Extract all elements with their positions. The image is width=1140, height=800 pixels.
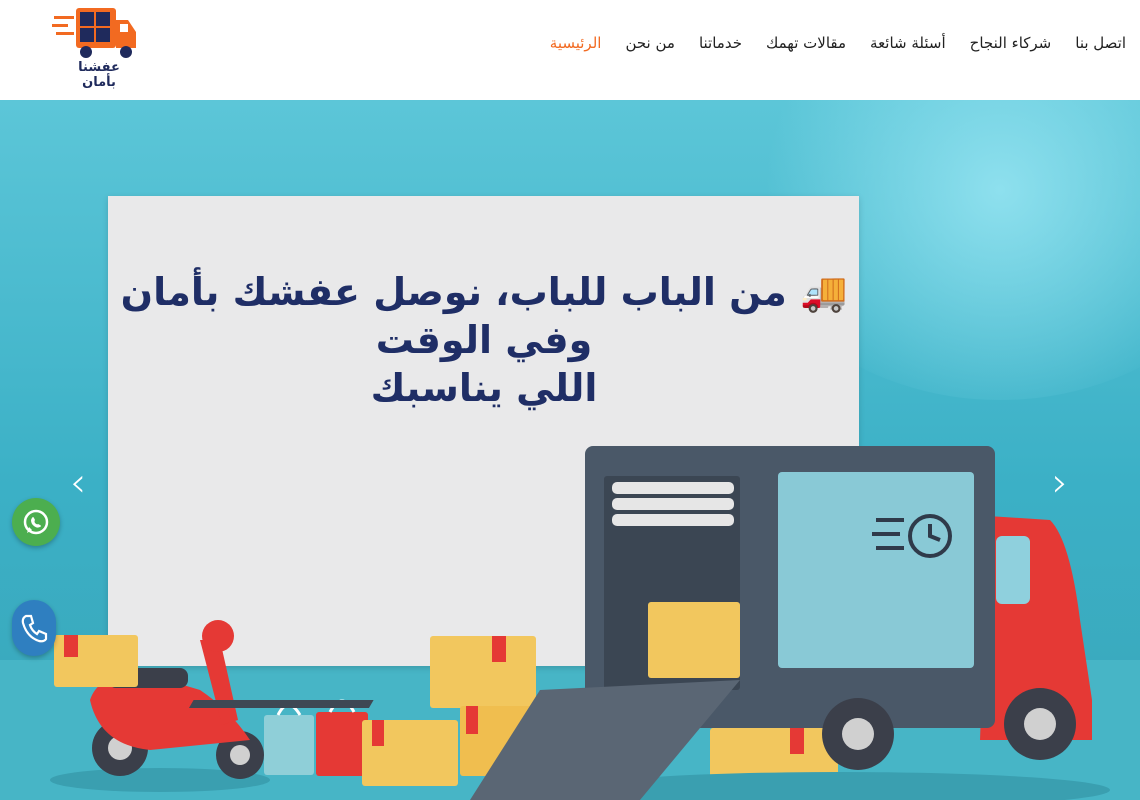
phone-icon	[21, 614, 48, 643]
nav-item-home[interactable]: الرئيسية	[550, 34, 602, 52]
nav-item-services[interactable]: خدماتنا	[699, 34, 742, 52]
main-nav: الرئيسية من نحن خدماتنا مقالات تهمك أسئل…	[550, 34, 1126, 52]
nav-item-contact[interactable]: اتصل بنا	[1075, 34, 1126, 52]
slider-next-button[interactable]: ›	[1052, 460, 1068, 506]
logo-text: عفشنا بأمان	[78, 60, 120, 90]
site-header: عفشنا بأمان الرئيسية من نحن خدماتنا مقال…	[0, 0, 1140, 100]
hero-slider: 🚚 من الباب للباب، نوصل عفشك بأمان وفي ال…	[0, 100, 1140, 800]
nav-item-faq[interactable]: أسئلة شائعة	[870, 34, 946, 52]
nav-item-about[interactable]: من نحن	[625, 34, 675, 52]
shopping-bag-red	[316, 712, 368, 776]
delivery-illustration	[50, 446, 1110, 800]
nav-item-partners[interactable]: شركاء النجاح	[970, 34, 1052, 52]
whatsapp-icon	[23, 509, 49, 535]
moving-truck-logo-icon	[52, 8, 136, 58]
phone-button[interactable]	[12, 600, 56, 656]
shopping-bag-blue	[264, 715, 314, 775]
whatsapp-button[interactable]	[12, 498, 60, 546]
slider-prev-button[interactable]: ‹	[70, 460, 86, 506]
chevron-left-icon: ‹	[70, 460, 86, 506]
chevron-right-icon: ›	[1052, 460, 1068, 506]
nav-item-articles[interactable]: مقالات تهمك	[766, 34, 846, 52]
